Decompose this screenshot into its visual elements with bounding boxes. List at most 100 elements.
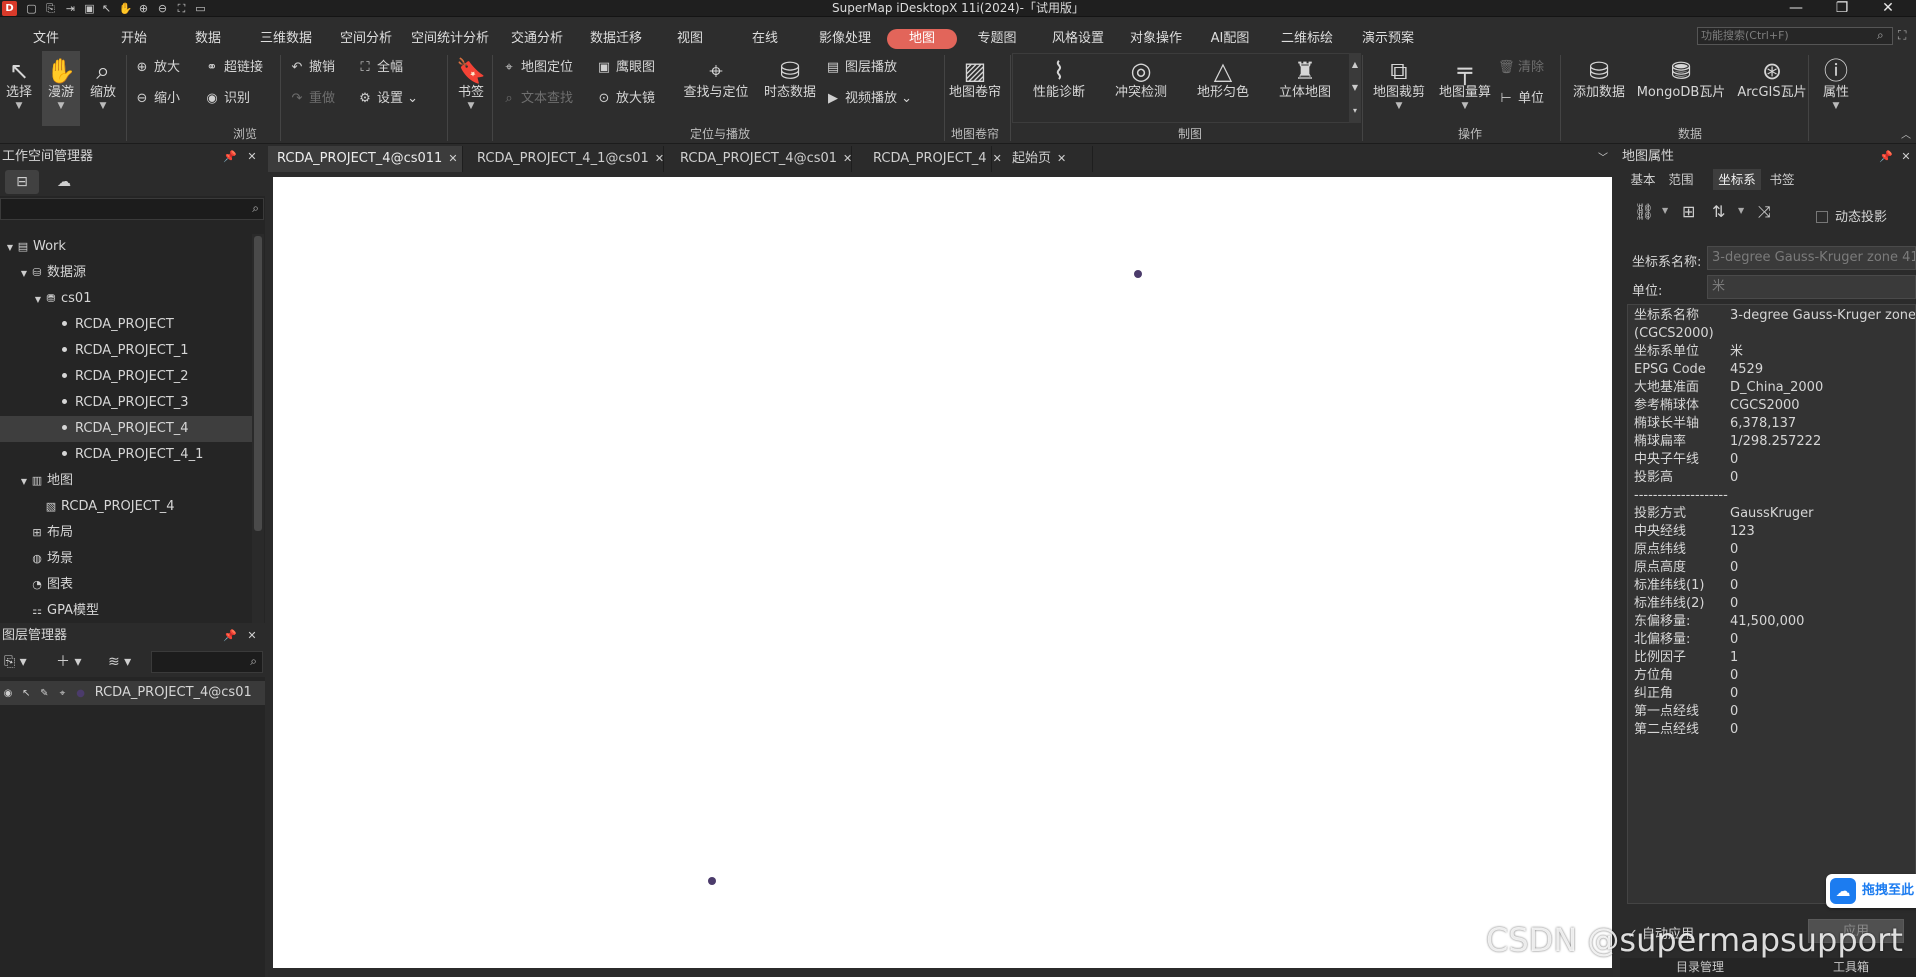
tree-item[interactable]: ▧ RCDA_PROJECT_4 xyxy=(0,494,252,520)
close-button[interactable]: ✕ xyxy=(1868,0,1908,17)
tree-item[interactable]: ◍ 场景 xyxy=(0,546,252,572)
map-canvas[interactable] xyxy=(273,177,1612,968)
pin-icon[interactable]: 📌 xyxy=(1879,146,1893,168)
transform-icon[interactable]: ⤨ xyxy=(1758,202,1771,222)
properties-tab[interactable]: 基本 xyxy=(1626,169,1660,190)
visible-eye-icon[interactable]: ◉ xyxy=(2,682,14,706)
menu-tab-8[interactable]: 视图 xyxy=(674,29,706,49)
search-icon[interactable]: ⌕ xyxy=(1877,28,1891,42)
workspace-scrollbar[interactable] xyxy=(252,234,264,623)
menu-tab-2[interactable]: 数据 xyxy=(192,29,224,49)
menu-tab-17[interactable]: 演示预案 xyxy=(1357,29,1419,49)
tree-item[interactable]: ▼ ▥ 地图 xyxy=(0,468,252,494)
cloud-drop-widget[interactable]: ☁ 拖拽至此 xyxy=(1826,874,1916,908)
conflict-check-button[interactable]: ◎ 冲突检测 xyxy=(1105,51,1177,126)
tree-item[interactable]: ▼ ▤ Work xyxy=(0,234,252,260)
tree-item-dataset[interactable]: RCDA_PROJECT_4_1 xyxy=(0,442,252,468)
add-data-button[interactable]: ⛁ 添加数据 xyxy=(1567,51,1631,126)
redo-button[interactable]: ↷ 重做 xyxy=(289,88,335,110)
tree-item[interactable]: ▼ ⛃ cs01 xyxy=(0,286,252,312)
tree-item-dataset[interactable]: RCDA_PROJECT_4 xyxy=(0,416,252,442)
gallery-scroll-buttons[interactable]: ▲ ▼ ▾ xyxy=(1349,53,1361,123)
pin-icon[interactable]: 📌 xyxy=(223,146,237,168)
document-tab[interactable]: 起始页 ✕ xyxy=(1003,146,1093,172)
layer-style-icon[interactable]: ≋ ▾ xyxy=(108,653,131,671)
properties-button[interactable]: ⓘ 属性 ▼ xyxy=(1813,51,1859,126)
close-icon[interactable]: ✕ xyxy=(843,152,852,165)
menu-tab-11[interactable]: 地图 xyxy=(887,29,957,49)
folder-icon[interactable]: ▭ xyxy=(193,1,208,16)
tree-item-dataset[interactable]: RCDA_PROJECT_3 xyxy=(0,390,252,416)
map-measure-button[interactable]: ╤ 地图量算 ▼ xyxy=(1434,51,1496,126)
expand-chevron-icon[interactable]: ▼ xyxy=(4,235,16,261)
tree-item-dataset[interactable]: RCDA_PROJECT_1 xyxy=(0,338,252,364)
menu-tab-16[interactable]: 二维标绘 xyxy=(1276,29,1338,49)
fullscreen-icon[interactable]: ⛶ xyxy=(1898,28,1912,42)
map-scrollbar[interactable] xyxy=(268,970,1613,977)
tab-list-chevron-icon[interactable]: ﹀ xyxy=(1596,149,1610,169)
layer-filter-input[interactable]: ⌕ xyxy=(151,651,263,673)
workspace-search-input[interactable]: ⌕ xyxy=(0,198,264,220)
document-tab[interactable]: RCDA_PROJECT_4_1@cs01 ✕ xyxy=(468,146,664,172)
tree-item[interactable]: ▼ ⛁ 数据源 xyxy=(0,260,252,286)
menu-tab-5[interactable]: 空间统计分析 xyxy=(409,29,491,49)
map-point[interactable] xyxy=(1134,270,1142,278)
close-icon[interactable]: ✕ xyxy=(993,152,1002,165)
tree-item[interactable]: ⊞ 布局 xyxy=(0,520,252,546)
tab-catalog[interactable]: 目录管理 xyxy=(1660,958,1740,977)
zoom-in-button[interactable]: ⊕ 放大 xyxy=(134,57,180,79)
menu-tab-3[interactable]: 三维数据 xyxy=(255,29,317,49)
hand-pan-icon[interactable]: ✋ xyxy=(118,1,133,16)
import-coord-icon[interactable]: ⊞ xyxy=(1682,202,1695,222)
tab-toolbox[interactable]: 工具箱 xyxy=(1816,958,1886,977)
chevron-down-icon[interactable]: ▼ xyxy=(1662,206,1668,215)
clear-button[interactable]: 🗑 清除 xyxy=(1498,57,1544,79)
menu-tab-7[interactable]: 数据迁移 xyxy=(585,29,647,49)
select-button[interactable]: ↖ 选择 ▼ xyxy=(0,51,38,126)
document-tab[interactable]: RCDA_PROJECT_4@cs011 ✕ xyxy=(268,146,463,172)
map-point[interactable] xyxy=(708,877,716,885)
menu-tab-9[interactable]: 在线 xyxy=(749,29,781,49)
workspace-tree-tab-icon[interactable]: ⊟ xyxy=(5,170,39,194)
close-icon[interactable]: ✕ xyxy=(245,625,259,647)
temporal-data-button[interactable]: ⛁ 时态数据 xyxy=(758,51,822,126)
add-layer-icon[interactable]: ＋ ▾ xyxy=(56,653,81,671)
cs-name-field[interactable]: 3-degree Gauss-Kruger zone 41 (C xyxy=(1707,246,1916,270)
open-icon[interactable]: ⎘ xyxy=(43,1,58,16)
bookmark-button[interactable]: 🔖 书签 ▼ xyxy=(452,51,490,126)
cloud-workspace-tab-icon[interactable]: ☁ xyxy=(47,170,81,194)
save-icon[interactable]: ▣ xyxy=(82,1,97,16)
find-locate-button[interactable]: ⌖ 查找与定位 xyxy=(676,51,756,126)
magnifier-button[interactable]: ⊙ 放大镜 xyxy=(596,88,655,110)
properties-tab[interactable]: 坐标系 xyxy=(1713,169,1761,190)
expand-chevron-icon[interactable]: ▼ xyxy=(32,287,44,313)
ribbon-collapse-icon[interactable]: ︿ xyxy=(1898,126,1914,142)
coord-system-tree-icon[interactable]: ⛓ xyxy=(1634,202,1654,222)
zoom-in-icon[interactable]: ⊕ xyxy=(136,1,151,16)
menu-tab-12[interactable]: 专题图 xyxy=(974,29,1020,49)
expand-chevron-icon[interactable]: ▼ xyxy=(18,469,30,495)
menu-tab-13[interactable]: 风格设置 xyxy=(1047,29,1109,49)
eagle-eye-button[interactable]: ▣ 鹰眼图 xyxy=(596,57,655,79)
menu-tab-15[interactable]: AI配图 xyxy=(1206,29,1254,49)
identify-button[interactable]: ◉ 识别 xyxy=(204,88,250,110)
restore-button[interactable]: ❐ xyxy=(1822,0,1862,17)
map-swipe-button[interactable]: ▨ 地图卷帘 xyxy=(944,51,1006,126)
map-clip-button[interactable]: ⧉ 地图裁剪 ▼ xyxy=(1368,51,1430,126)
pointer-icon[interactable]: ↖ xyxy=(99,1,114,16)
arcgis-tiles-button[interactable]: ⊛ ArcGIS瓦片 xyxy=(1734,51,1810,126)
editable-pencil-icon[interactable]: ✎ xyxy=(38,682,50,706)
close-icon[interactable]: ✕ xyxy=(655,152,664,165)
unit-field[interactable]: 米 xyxy=(1707,275,1916,299)
menu-tab-6[interactable]: 交通分析 xyxy=(506,29,568,49)
close-icon[interactable]: ✕ xyxy=(1899,146,1913,168)
menu-tab-10[interactable]: 影像处理 xyxy=(814,29,876,49)
expand-chevron-icon[interactable]: ▼ xyxy=(18,261,30,287)
stereo-map-button[interactable]: ♜ 立体地图 xyxy=(1269,51,1341,126)
properties-tab[interactable]: 书签 xyxy=(1765,169,1799,190)
snappable-icon[interactable]: ⌖ xyxy=(56,682,68,706)
menu-tab-4[interactable]: 空间分析 xyxy=(335,29,397,49)
zoom-button[interactable]: ⌕ 缩放 ▼ xyxy=(84,51,122,126)
unit-button[interactable]: ⊢ 单位 xyxy=(1498,88,1544,110)
sort-arrows-icon[interactable]: ⇅ xyxy=(1712,202,1725,222)
